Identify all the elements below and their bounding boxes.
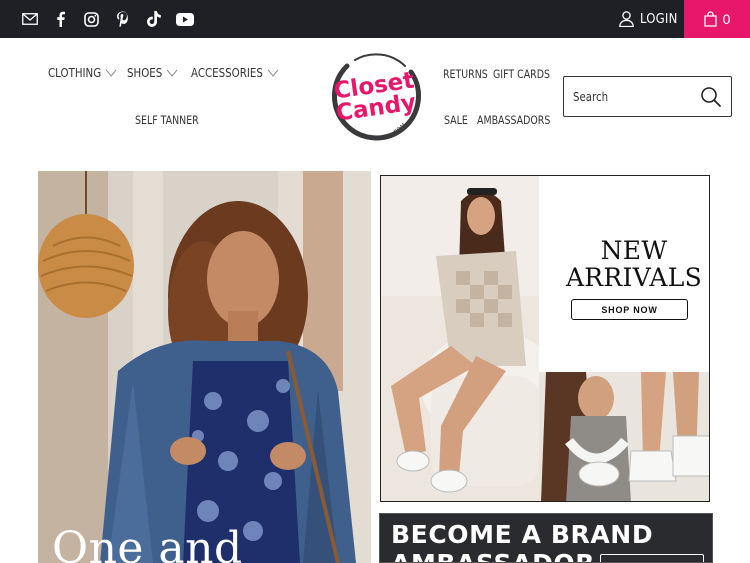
nav-sale-label: SALE — [444, 113, 468, 127]
ambassador-title-line1: BECOME A BRAND — [391, 520, 654, 549]
login-label: LOGIN — [640, 11, 678, 27]
youtube-icon[interactable] — [169, 0, 200, 38]
nav-gift-cards[interactable]: GIFT CARDS — [493, 67, 550, 81]
nav-ambassadors-label: AMBASSADORS — [477, 113, 551, 127]
top-bar: LOGIN 0 — [0, 0, 750, 38]
nav-accessories-label: ACCESSORIES — [191, 65, 263, 80]
new-arrivals-title: NEW ARRIVALS — [564, 237, 704, 291]
user-icon — [619, 11, 634, 27]
chevron-down-icon — [166, 69, 178, 77]
nav-clothing[interactable]: CLOTHING — [48, 65, 117, 80]
closet-candy-logo[interactable]: Closet Candy .COM — [325, 48, 423, 146]
new-arrivals-photo — [381, 176, 709, 501]
nav-self-tanner-label: SELF TANNER — [135, 113, 199, 127]
chevron-down-icon — [105, 69, 117, 77]
new-arrivals-banner[interactable]: NEW ARRIVALS SHOP NOW — [380, 175, 710, 502]
new-arrivals-title-line1: NEW — [600, 236, 668, 265]
nav-returns-label: RETURNS — [443, 67, 488, 81]
search-button[interactable] — [699, 85, 723, 109]
nav-ambassadors[interactable]: AMBASSADORS — [477, 113, 550, 127]
nav-shoes[interactable]: SHOES — [127, 65, 178, 80]
facebook-icon[interactable] — [45, 0, 76, 38]
login-link[interactable]: LOGIN — [619, 0, 678, 38]
ambassador-banner[interactable]: BECOME A BRAND AMBASSADOR Learn More — [379, 513, 713, 563]
nav-shoes-label: SHOES — [127, 65, 163, 80]
nav-gift-cards-label: GIFT CARDS — [493, 67, 550, 81]
search-box — [563, 76, 732, 117]
chevron-down-icon — [267, 69, 278, 77]
pinterest-icon[interactable] — [107, 0, 138, 38]
cart-button[interactable]: 0 — [684, 0, 750, 38]
nav-accessories[interactable]: ACCESSORIES — [191, 65, 278, 80]
mail-icon[interactable] — [14, 0, 45, 38]
nav-clothing-label: CLOTHING — [48, 65, 102, 80]
hero-caption: One and — [52, 523, 243, 563]
nav-sale[interactable]: SALE — [444, 113, 468, 127]
learn-more-button[interactable]: Learn More — [600, 554, 704, 562]
tiktok-icon[interactable] — [138, 0, 169, 38]
shop-now-button[interactable]: SHOP NOW — [571, 299, 688, 320]
new-arrivals-title-line2: ARRIVALS — [565, 263, 703, 292]
search-icon — [701, 87, 721, 107]
nav-returns[interactable]: RETURNS — [443, 67, 488, 81]
social-links — [14, 0, 200, 38]
shopping-bag-icon — [703, 11, 717, 27]
nav-self-tanner[interactable]: SELF TANNER — [135, 113, 199, 127]
hero-banner[interactable]: One and — [38, 171, 371, 563]
search-input[interactable] — [573, 86, 675, 108]
instagram-icon[interactable] — [76, 0, 107, 38]
hero-photo — [38, 171, 371, 563]
cart-count: 0 — [722, 11, 731, 27]
